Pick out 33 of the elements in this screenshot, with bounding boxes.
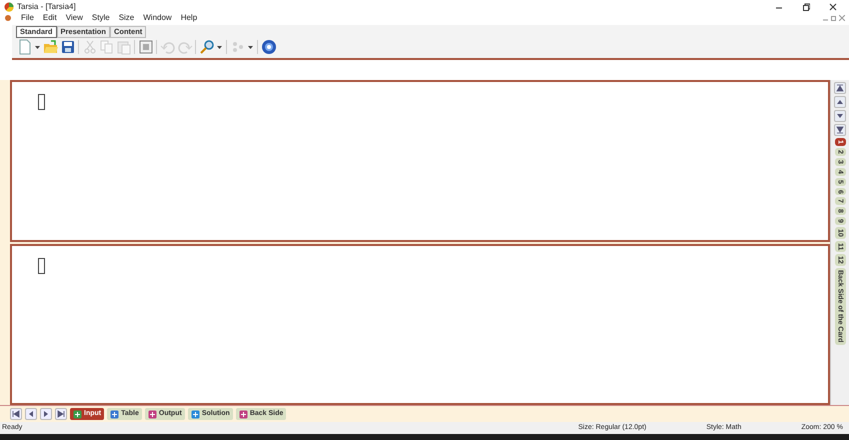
frame-icon[interactable] xyxy=(138,39,154,55)
menu-item[interactable]: View xyxy=(66,12,83,24)
window-title: Tarsia - [Tarsia4] xyxy=(17,0,76,12)
menu-item[interactable]: File xyxy=(21,12,34,24)
next-page-icon[interactable] xyxy=(836,112,844,120)
app-logo-icon xyxy=(4,2,14,12)
next-page-icon[interactable] xyxy=(42,410,50,418)
previous-page-icon[interactable] xyxy=(27,410,35,418)
previous-page-icon[interactable] xyxy=(836,98,844,106)
help-icon[interactable] xyxy=(260,39,276,55)
first-page-icon[interactable] xyxy=(12,410,20,418)
close-button[interactable] xyxy=(829,2,837,10)
text-cursor-icon xyxy=(38,94,45,110)
document-icon xyxy=(4,14,12,22)
menu-item[interactable]: Style xyxy=(92,12,110,24)
view-icon xyxy=(73,410,82,418)
menu-item[interactable]: Edit xyxy=(42,12,57,24)
search-icon[interactable] xyxy=(198,39,214,55)
card-panel[interactable] xyxy=(10,244,830,405)
first-page-icon[interactable] xyxy=(836,84,844,92)
view-icon xyxy=(148,410,157,418)
restore-button[interactable] xyxy=(802,2,810,10)
last-page-icon[interactable] xyxy=(836,126,844,134)
menu-item[interactable]: Window xyxy=(143,12,172,24)
menu-item[interactable]: Size xyxy=(118,12,134,24)
menu-item[interactable]: Help xyxy=(180,12,198,24)
save-icon[interactable] xyxy=(60,39,76,55)
view-icon xyxy=(190,410,200,418)
card-panel[interactable] xyxy=(10,80,830,242)
last-page-icon[interactable] xyxy=(57,410,65,418)
view-icon xyxy=(238,410,248,418)
text-cursor-icon xyxy=(38,258,45,274)
view-icon xyxy=(110,410,120,418)
